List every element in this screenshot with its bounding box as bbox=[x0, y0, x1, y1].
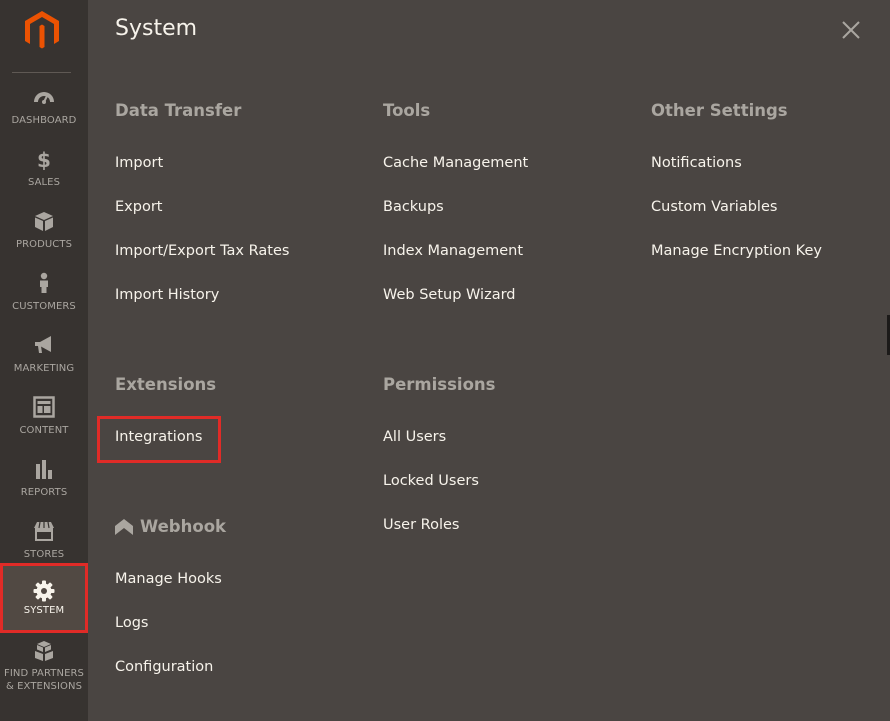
sidebar-item-marketing[interactable]: MARKETING bbox=[0, 334, 88, 392]
menu-link-export[interactable]: Export bbox=[115, 199, 162, 215]
group-title-webhook: Webhook bbox=[140, 517, 227, 536]
menu-link-index-management[interactable]: Index Management bbox=[383, 243, 523, 259]
group-title-other-settings: Other Settings bbox=[651, 101, 788, 120]
sidebar-item-label: FIND PARTNERS bbox=[3, 668, 85, 679]
sidebar-item-label: PRODUCTS bbox=[15, 239, 73, 250]
menu-link-manage-hooks[interactable]: Manage Hooks bbox=[115, 571, 222, 587]
gauge-icon bbox=[33, 86, 55, 108]
layout-icon bbox=[33, 396, 55, 418]
menu-link-cache-management[interactable]: Cache Management bbox=[383, 155, 528, 171]
menu-link-locked-users[interactable]: Locked Users bbox=[383, 473, 479, 489]
svg-text:$: $ bbox=[37, 148, 51, 170]
menu-link-configuration[interactable]: Configuration bbox=[115, 659, 213, 675]
menu-link-web-setup-wizard[interactable]: Web Setup Wizard bbox=[383, 287, 516, 303]
menu-link-logs[interactable]: Logs bbox=[115, 615, 148, 631]
menu-link-all-users[interactable]: All Users bbox=[383, 429, 446, 445]
box-icon bbox=[33, 210, 55, 232]
megaphone-icon bbox=[33, 334, 55, 356]
sidebar-item-label: STORES bbox=[23, 549, 65, 560]
gear-icon bbox=[33, 580, 55, 602]
group-title-extensions: Extensions bbox=[115, 375, 217, 394]
sidebar-item-products[interactable]: PRODUCTS bbox=[0, 210, 88, 268]
storefront-icon bbox=[33, 520, 55, 542]
magento-logo-icon[interactable] bbox=[22, 10, 62, 52]
menu-link-user-roles[interactable]: User Roles bbox=[383, 517, 459, 533]
group-title-permissions: Permissions bbox=[383, 375, 496, 394]
sidebar-item-label-line2: & EXTENSIONS bbox=[5, 681, 83, 692]
group-title-data-transfer: Data Transfer bbox=[115, 101, 242, 120]
menu-link-integrations[interactable]: Integrations bbox=[115, 429, 202, 445]
sidebar-item-content[interactable]: CONTENT bbox=[0, 396, 88, 454]
sidebar-item-label: CONTENT bbox=[19, 425, 69, 436]
admin-sidebar: DASHBOARD $ SALES PRODUCTS CUSTOMERS MAR… bbox=[0, 0, 88, 721]
menu-link-import-export-tax-rates[interactable]: Import/Export Tax Rates bbox=[115, 243, 289, 259]
sidebar-item-label: SYSTEM bbox=[23, 605, 65, 616]
menu-link-notifications[interactable]: Notifications bbox=[651, 155, 742, 171]
sidebar-item-dashboard[interactable]: DASHBOARD bbox=[0, 86, 88, 144]
dollar-icon: $ bbox=[33, 148, 55, 172]
person-icon bbox=[33, 272, 55, 294]
menu-link-custom-variables[interactable]: Custom Variables bbox=[651, 199, 777, 215]
sidebar-item-sales[interactable]: $ SALES bbox=[0, 148, 88, 206]
webhook-chevron-icon bbox=[115, 519, 133, 535]
cubes-icon bbox=[33, 640, 55, 662]
sidebar-item-label: MARKETING bbox=[13, 363, 75, 374]
sidebar-item-customers[interactable]: CUSTOMERS bbox=[0, 272, 88, 330]
menu-link-backups[interactable]: Backups bbox=[383, 199, 444, 215]
sidebar-item-reports[interactable]: REPORTS bbox=[0, 458, 88, 516]
close-icon[interactable] bbox=[840, 19, 862, 41]
group-title-tools: Tools bbox=[383, 101, 431, 120]
sidebar-item-label: DASHBOARD bbox=[11, 115, 77, 126]
page-title: System bbox=[115, 16, 198, 41]
sidebar-item-label: CUSTOMERS bbox=[12, 301, 76, 312]
menu-link-manage-encryption-key[interactable]: Manage Encryption Key bbox=[651, 243, 822, 259]
sidebar-item-label: SALES bbox=[27, 177, 61, 188]
sidebar-divider bbox=[12, 72, 71, 73]
sidebar-item-system[interactable]: SYSTEM bbox=[0, 568, 88, 626]
menu-link-import[interactable]: Import bbox=[115, 155, 163, 171]
sidebar-item-label: REPORTS bbox=[20, 487, 68, 498]
menu-link-import-history[interactable]: Import History bbox=[115, 287, 219, 303]
sidebar-item-find-partners[interactable]: FIND PARTNERS & EXTENSIONS bbox=[0, 640, 88, 700]
bar-chart-icon bbox=[33, 458, 55, 480]
